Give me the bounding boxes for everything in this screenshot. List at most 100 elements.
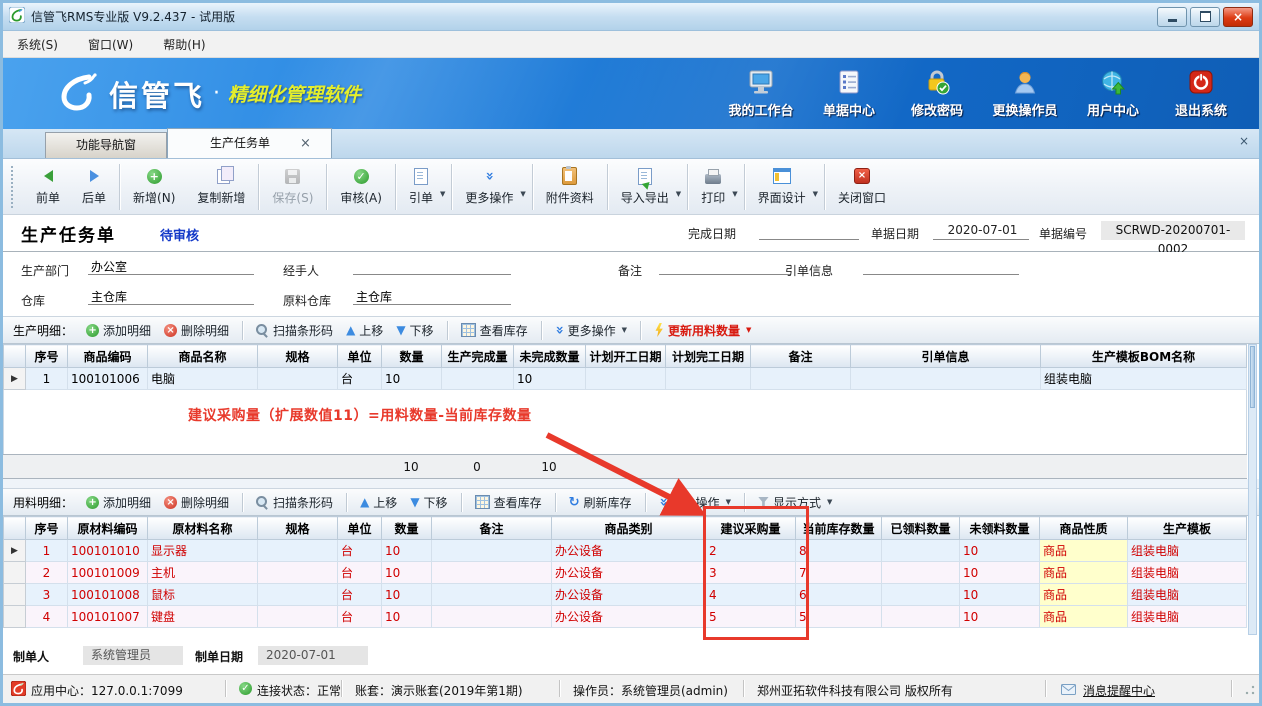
table-cell[interactable]: 8 (796, 540, 882, 562)
table-cell[interactable] (882, 606, 960, 628)
move-down-button[interactable]: ▼下移 (396, 322, 433, 339)
column-header[interactable]: 规格 (258, 517, 338, 540)
table-cell[interactable]: 4 (26, 606, 68, 628)
column-header[interactable] (4, 345, 26, 368)
bill-center-button[interactable]: 单据中心 (805, 69, 893, 119)
minimize-button[interactable] (1157, 7, 1187, 27)
table-cell[interactable]: 商品 (1040, 540, 1128, 562)
column-header[interactable]: 备注 (432, 517, 552, 540)
tab-close-icon[interactable]: × (300, 129, 311, 158)
table-cell[interactable]: 办公设备 (552, 562, 706, 584)
my-workbench-button[interactable]: 我的工作台 (717, 69, 805, 119)
table-cell[interactable] (882, 562, 960, 584)
table-cell[interactable]: 10 (382, 562, 432, 584)
table-cell[interactable]: 台 (338, 540, 382, 562)
table-row[interactable]: 4100101007键盘台10办公设备5510商品组装电脑 (4, 606, 1247, 628)
column-header[interactable] (4, 517, 26, 540)
column-header[interactable]: 未领料数量 (960, 517, 1040, 540)
dropdown-caret-icon[interactable]: ▼ (440, 190, 445, 198)
display-mode-button[interactable]: 显示方式▼ (758, 494, 832, 511)
table-row[interactable]: 10010 (3, 455, 1247, 479)
table-cell[interactable] (665, 455, 750, 479)
switch-operator-button[interactable]: 更换操作员 (981, 69, 1069, 119)
table-cell[interactable]: 10 (960, 606, 1040, 628)
scan-barcode-button[interactable]: 扫描条形码 (256, 494, 333, 511)
vertical-scrollbar[interactable] (1248, 344, 1257, 635)
add-detail-button[interactable]: +添加明细 (86, 322, 151, 339)
table-cell[interactable] (4, 562, 26, 584)
table-cell[interactable]: 0 (441, 455, 513, 479)
column-header[interactable]: 备注 (751, 345, 851, 368)
more-actions-button[interactable]: »更多操作 (454, 165, 524, 209)
dropdown-caret-icon[interactable]: ▼ (520, 190, 525, 198)
table-cell[interactable] (432, 540, 552, 562)
bill-no-field[interactable]: SCRWD-20200701-0002 (1101, 221, 1245, 240)
add-detail-button[interactable]: +添加明细 (86, 494, 151, 511)
more-actions-button[interactable]: »更多操作▼ (659, 494, 731, 511)
import-export-button[interactable]: 导入导出 (610, 165, 680, 209)
toolbar-grip[interactable] (11, 166, 15, 208)
table-cell[interactable]: 10 (960, 562, 1040, 584)
table-cell[interactable]: 1 (26, 540, 68, 562)
table-row[interactable]: ▶1100101010显示器台10办公设备2810商品组装电脑 (4, 540, 1247, 562)
table-cell[interactable]: 显示器 (148, 540, 258, 562)
table-cell[interactable] (258, 368, 338, 390)
table-cell[interactable] (432, 584, 552, 606)
dropdown-caret-icon[interactable]: ▼ (813, 190, 818, 198)
warehouse-field[interactable]: 主仓库 (88, 288, 254, 305)
column-header[interactable]: 计划完工日期 (666, 345, 751, 368)
table-cell[interactable] (850, 455, 1040, 479)
next-bill-button[interactable]: 后单 (71, 165, 117, 209)
table-cell[interactable]: ▶ (4, 540, 26, 562)
table-cell[interactable] (4, 606, 26, 628)
column-header[interactable]: 计划开工日期 (586, 345, 666, 368)
table-cell[interactable] (67, 455, 147, 479)
dept-field[interactable]: 办公室 (88, 258, 254, 275)
column-header[interactable]: 生产模板 (1128, 517, 1247, 540)
table-cell[interactable]: 主机 (148, 562, 258, 584)
table-cell[interactable] (851, 368, 1041, 390)
table-cell[interactable] (882, 540, 960, 562)
change-password-button[interactable]: 修改密码 (893, 69, 981, 119)
update-material-qty-button[interactable]: 更新用料数量▼ (654, 322, 751, 339)
ui-design-button[interactable]: 界面设计 (747, 165, 817, 209)
column-header[interactable]: 序号 (26, 345, 68, 368)
table-cell[interactable] (882, 584, 960, 606)
ref-info-field[interactable] (863, 258, 1019, 275)
menu-window[interactable]: 窗口(W) (88, 36, 133, 53)
add-new-button[interactable]: +新增(N) (122, 165, 186, 209)
column-header[interactable]: 单位 (338, 345, 382, 368)
scrollbar-thumb[interactable] (1250, 346, 1255, 408)
column-header[interactable]: 单位 (338, 517, 382, 540)
table-cell[interactable]: 10 (382, 606, 432, 628)
column-header[interactable]: 引单信息 (851, 345, 1041, 368)
column-header[interactable]: 商品名称 (148, 345, 258, 368)
table-cell[interactable] (750, 455, 850, 479)
splitter[interactable] (3, 479, 1259, 488)
table-cell[interactable]: 100101010 (68, 540, 148, 562)
dropdown-caret-icon[interactable]: ▼ (676, 190, 681, 198)
tab-production-task[interactable]: 生产任务单 × (167, 128, 332, 158)
table-cell[interactable]: 办公设备 (552, 540, 706, 562)
move-up-button[interactable]: ▲上移 (360, 494, 397, 511)
menu-system[interactable]: 系统(S) (17, 36, 58, 53)
table-cell[interactable] (258, 584, 338, 606)
table-cell[interactable]: 10 (382, 368, 442, 390)
panel-close-icon[interactable]: × (1239, 134, 1249, 148)
maximize-button[interactable] (1190, 7, 1220, 27)
user-center-button[interactable]: 用户中心 (1069, 69, 1157, 119)
column-header[interactable]: 数量 (382, 517, 432, 540)
table-cell[interactable]: 3 (706, 562, 796, 584)
table-cell[interactable]: 台 (338, 368, 382, 390)
table-row[interactable]: 2100101009主机台10办公设备3710商品组装电脑 (4, 562, 1247, 584)
table-cell[interactable]: 10 (960, 584, 1040, 606)
table-cell[interactable]: 10 (381, 455, 441, 479)
table-cell[interactable]: 2 (706, 540, 796, 562)
table-cell[interactable]: 鼠标 (148, 584, 258, 606)
table-cell[interactable] (751, 368, 851, 390)
table-cell[interactable] (337, 455, 381, 479)
table-cell[interactable]: 组装电脑 (1128, 540, 1247, 562)
table-cell[interactable]: 办公设备 (552, 606, 706, 628)
table-cell[interactable] (442, 368, 514, 390)
table-cell[interactable]: 10 (960, 540, 1040, 562)
